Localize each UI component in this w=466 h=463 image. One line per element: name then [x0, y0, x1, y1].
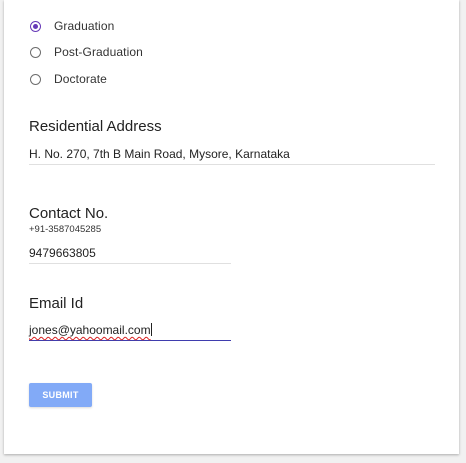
residential-address-input[interactable]: H. No. 270, 7th B Main Road, Mysore, Kar…: [29, 147, 435, 165]
contact-helper-text: +91-3587045285: [29, 224, 102, 235]
contact-no-value: 9479663805: [29, 246, 96, 260]
contact-no-input[interactable]: 9479663805: [29, 246, 231, 264]
contact-no-title: Contact No.: [29, 205, 109, 222]
residential-address-value: H. No. 270, 7th B Main Road, Mysore, Kar…: [29, 147, 290, 161]
residential-address-title: Residential Address: [29, 118, 162, 135]
radio-option-doctorate[interactable]: Doctorate: [30, 72, 107, 86]
email-id-input[interactable]: jones@yahoomail.com: [29, 323, 231, 341]
form-card: Graduation Post-Graduation Doctorate Res…: [4, 0, 459, 454]
radio-unchecked-icon[interactable]: [30, 46, 41, 58]
text-caret: [150, 323, 152, 336]
radio-label: Post-Graduation: [54, 45, 143, 59]
radio-checked-icon[interactable]: [30, 20, 41, 32]
radio-label: Doctorate: [54, 72, 107, 86]
radio-option-graduation[interactable]: Graduation: [30, 19, 114, 33]
radio-unchecked-icon[interactable]: [30, 73, 41, 85]
radio-option-post-graduation[interactable]: Post-Graduation: [30, 45, 143, 59]
submit-button[interactable]: SUBMIT: [29, 383, 92, 407]
radio-label: Graduation: [54, 19, 115, 33]
email-id-value: jones@yahoomail.com: [29, 323, 151, 337]
email-id-title: Email Id: [29, 295, 84, 312]
